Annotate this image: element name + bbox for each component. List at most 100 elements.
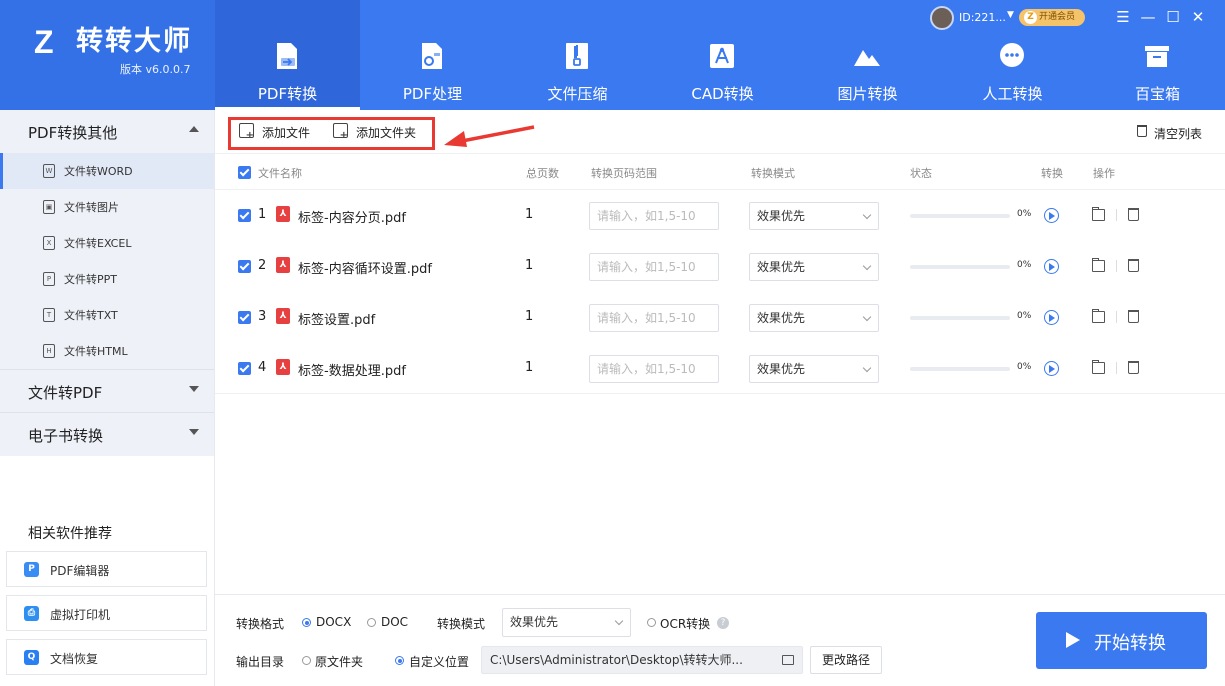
file-name: 标签-内容循环设置.pdf (298, 262, 432, 277)
folder-icon[interactable] (782, 655, 794, 665)
open-folder-icon[interactable] (1092, 309, 1105, 323)
table-row: 4 ⅄ 标签-数据处理.pdf 1 请输入，如1,5-10 效果优先 0% (215, 343, 1225, 394)
sidebar-group-ebook[interactable]: 电子书转换 (0, 413, 214, 455)
output-path-field[interactable]: C:\Users\Administrator\Desktop\转转大师... (481, 646, 803, 674)
help-icon[interactable]: ? (717, 617, 729, 629)
page-range-input[interactable]: 请输入，如1,5-10 (589, 253, 719, 281)
tab-cad-convert[interactable]: CAD转换 (650, 0, 795, 110)
sidebar-item-to-txt[interactable]: T 文件转TXT (0, 297, 214, 333)
sidebar-item-to-image[interactable]: ▣ 文件转图片 (0, 189, 214, 225)
delete-icon[interactable] (1128, 208, 1139, 221)
select-all-checkbox[interactable] (238, 166, 251, 179)
sidebar-item-to-word[interactable]: W 文件转WORD (0, 153, 214, 189)
vip-button[interactable]: 开通会员 (1019, 9, 1085, 26)
format-label: 转换格式 (236, 617, 285, 631)
tab-file-compress[interactable]: 文件压缩 (505, 0, 650, 110)
main-panel: 添加文件 添加文件夹 清空列表 文件名称 总页数 转换页码范围 转换模式 状态 … (215, 110, 1225, 686)
progress-percent: 0% (1017, 311, 1032, 321)
delete-icon[interactable] (1128, 259, 1139, 272)
recommend-label: 文档恢复 (50, 652, 99, 666)
open-folder-icon[interactable] (1092, 360, 1105, 374)
tab-label: 文件压缩 (547, 85, 608, 103)
start-convert-button[interactable]: 开始转换 (1036, 612, 1207, 669)
convert-play-icon[interactable] (1044, 208, 1059, 223)
sidebar-item-to-html[interactable]: H 文件转HTML (0, 333, 214, 369)
recommend-label: PDF编辑器 (50, 564, 110, 578)
format-docx-label[interactable]: DOCX (316, 615, 351, 629)
row-checkbox[interactable] (238, 311, 251, 324)
sidebar-group-pdf-other[interactable]: PDF转换其他 (0, 110, 214, 152)
tab-pdf-process[interactable]: PDF处理 (360, 0, 505, 110)
close-icon[interactable]: ✕ (1188, 6, 1208, 28)
minimize-icon[interactable]: — (1138, 6, 1158, 28)
user-id[interactable]: ID:221... (959, 11, 1006, 24)
sidebar-item-label: 文件转WORD (64, 165, 133, 178)
sidebar-item-to-ppt[interactable]: P 文件转PPT (0, 261, 214, 297)
divider (1116, 209, 1117, 221)
recommend-pdf-editor[interactable]: P PDF编辑器 (6, 551, 207, 587)
pdf-editor-icon: P (24, 562, 39, 577)
tab-image-convert[interactable]: 图片转换 (795, 0, 940, 110)
row-checkbox[interactable] (238, 362, 251, 375)
convert-play-icon[interactable] (1044, 310, 1059, 325)
image-file-icon: ▣ (43, 200, 55, 214)
user-avatar[interactable] (930, 6, 954, 30)
add-folder-button[interactable]: 添加文件夹 (333, 122, 425, 142)
table-row: 1 ⅄ 标签-内容分页.pdf 1 请输入，如1,5-10 效果优先 0% (215, 190, 1225, 241)
convert-play-icon[interactable] (1044, 259, 1059, 274)
menu-icon[interactable]: ☰ (1113, 6, 1133, 28)
format-doc-radio[interactable] (367, 618, 376, 627)
tab-pdf-convert[interactable]: PDF转换 (215, 0, 360, 110)
add-file-button[interactable]: 添加文件 (239, 122, 319, 142)
delete-icon[interactable] (1128, 361, 1139, 374)
recommend-doc-recovery[interactable]: Q 文档恢复 (6, 639, 207, 675)
page-range-input[interactable]: 请输入，如1,5-10 (589, 304, 719, 332)
ocr-label[interactable]: OCR转换 (660, 615, 710, 632)
format-doc-label[interactable]: DOC (381, 615, 408, 629)
progress-percent: 0% (1017, 209, 1032, 219)
printer-icon: ⎙ (24, 606, 39, 621)
output-custom-radio[interactable] (395, 656, 404, 665)
page-range-input[interactable]: 请输入，如1,5-10 (589, 202, 719, 230)
delete-icon[interactable] (1128, 310, 1139, 323)
change-path-button[interactable]: 更改路径 (810, 646, 882, 674)
header-range: 转换页码范围 (591, 167, 657, 180)
output-original-label[interactable]: 原文件夹 (315, 653, 363, 670)
page-count: 1 (525, 360, 534, 375)
pdf-file-icon: ⅄ (276, 257, 290, 273)
pdf-process-icon (422, 43, 442, 69)
row-checkbox[interactable] (238, 260, 251, 273)
mode-select[interactable]: 效果优先 (749, 253, 879, 281)
format-docx-radio[interactable] (302, 618, 311, 627)
sidebar-group-to-pdf[interactable]: 文件转PDF (0, 370, 214, 412)
convert-play-icon[interactable] (1044, 361, 1059, 376)
mode-select[interactable]: 效果优先 (749, 355, 879, 383)
recommend-virtual-printer[interactable]: ⎙ 虚拟打印机 (6, 595, 207, 631)
progress-bar (910, 367, 1010, 371)
mode-select[interactable]: 效果优先 (749, 304, 879, 332)
header-convert: 转换 (1041, 167, 1063, 180)
mode-select[interactable]: 效果优先 (749, 202, 879, 230)
output-original-radio[interactable] (302, 656, 311, 665)
sidebar-item-to-excel[interactable]: X 文件转EXCEL (0, 225, 214, 261)
user-menu-caret-icon[interactable]: ▼ (1007, 10, 1014, 20)
ocr-radio[interactable] (647, 618, 656, 627)
progress-bar (910, 316, 1010, 320)
global-mode-select[interactable]: 效果优先 (502, 608, 631, 637)
word-file-icon: W (43, 164, 55, 178)
row-checkbox[interactable] (238, 209, 251, 222)
output-custom-label[interactable]: 自定义位置 (409, 653, 469, 670)
recovery-icon: Q (24, 650, 39, 665)
clear-list-button[interactable]: 清空列表 (1137, 124, 1207, 142)
app-version: 版本 v6.0.0.7 (120, 63, 191, 76)
maximize-icon[interactable]: ☐ (1163, 6, 1183, 28)
header-status: 状态 (910, 167, 932, 180)
logo-area: Z 转转大师 版本 v6.0.0.7 (0, 0, 215, 110)
mode-label: 转换模式 (437, 617, 486, 631)
chevron-down-icon (862, 210, 872, 220)
open-folder-icon[interactable] (1092, 258, 1105, 272)
open-folder-icon[interactable] (1092, 207, 1105, 221)
page-count: 1 (525, 309, 534, 324)
trash-icon (1137, 125, 1147, 137)
page-range-input[interactable]: 请输入，如1,5-10 (589, 355, 719, 383)
